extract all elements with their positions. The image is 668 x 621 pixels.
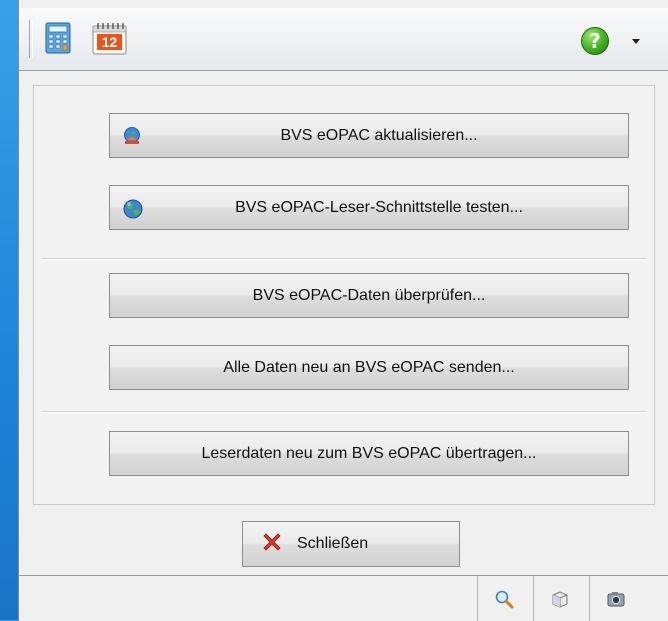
help-icon[interactable]: ? bbox=[581, 27, 609, 55]
toolbar: 12 ? bbox=[19, 8, 668, 71]
help-dropdown-chevron-icon[interactable] bbox=[632, 39, 640, 44]
close-x-icon bbox=[261, 531, 283, 558]
close-button[interactable]: Schließen bbox=[242, 521, 460, 567]
camera-icon[interactable] bbox=[589, 576, 642, 621]
calendar-day-text: 12 bbox=[102, 34, 118, 50]
check-eopac-data-button[interactable]: BVS eOPAC-Daten überprüfen... bbox=[109, 273, 629, 318]
transfer-reader-data-label: Leserdaten neu zum BVS eOPAC übertragen.… bbox=[201, 444, 537, 462]
resend-all-data-label: Alle Daten neu an BVS eOPAC senden... bbox=[223, 358, 515, 376]
panel-divider bbox=[41, 258, 647, 260]
update-eopac-label: BVS eOPAC aktualisieren... bbox=[280, 126, 478, 144]
panel-divider bbox=[41, 411, 647, 413]
status-bar bbox=[19, 575, 668, 621]
resend-all-data-button[interactable]: Alle Daten neu an BVS eOPAC senden... bbox=[109, 345, 629, 390]
calculator-icon[interactable] bbox=[45, 22, 71, 59]
toolbar-grip bbox=[29, 20, 33, 58]
globe-icon bbox=[122, 198, 144, 225]
search-icon[interactable] bbox=[477, 576, 530, 621]
close-button-label: Schließen bbox=[297, 535, 369, 552]
update-eopac-button[interactable]: BVS eOPAC aktualisieren... bbox=[109, 113, 629, 158]
dialog-window: 12 ? BVS eOPAC aktualisieren... BVS eOPA… bbox=[18, 0, 668, 621]
transfer-reader-data-button[interactable]: Leserdaten neu zum BVS eOPAC übertragen.… bbox=[109, 431, 629, 476]
calendar-icon[interactable]: 12 bbox=[91, 19, 129, 62]
test-reader-interface-button[interactable]: BVS eOPAC-Leser-Schnittstelle testen... bbox=[109, 185, 629, 230]
test-reader-interface-label: BVS eOPAC-Leser-Schnittstelle testen... bbox=[235, 198, 523, 216]
update-globe-icon bbox=[122, 126, 142, 151]
box-icon[interactable] bbox=[533, 576, 586, 621]
check-eopac-data-label: BVS eOPAC-Daten überprüfen... bbox=[252, 286, 486, 304]
actions-panel: BVS eOPAC aktualisieren... BVS eOPAC-Les… bbox=[33, 85, 655, 505]
